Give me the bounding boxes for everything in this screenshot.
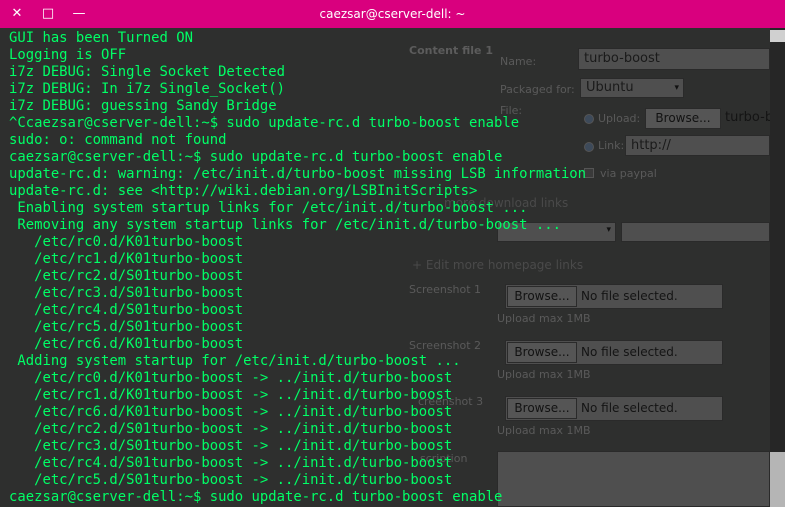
terminal-line: Logging is OFF	[9, 47, 127, 63]
terminal-line: ^Ccaezsar@cserver-dell:~$ sudo update-rc…	[9, 115, 520, 131]
packaged-for-select[interactable]: Ubuntu ▾	[580, 78, 684, 98]
terminal-line: i7z DEBUG: Single Socket Detected	[9, 64, 285, 80]
chevron-down-icon: ▾	[674, 83, 679, 93]
terminal-line: i7z DEBUG: In i7z Single_Socket()	[9, 81, 285, 97]
packaged-for-value: Ubuntu	[586, 80, 634, 95]
terminal-line: sudo: o: command not found	[9, 132, 227, 148]
name-input[interactable]: turbo-boost	[578, 48, 770, 70]
terminal-line: Adding system startup for /etc/init.d/tu…	[9, 353, 461, 369]
upload-browse-button[interactable]: Browse...	[645, 108, 721, 129]
link-input[interactable]: http://	[625, 135, 770, 156]
scrollbar-thumb[interactable]	[770, 452, 785, 507]
terminal-line: caezsar@cserver-dell:~$ sudo update-rc.d…	[9, 489, 503, 505]
screenshot1-no-file: No file selected.	[581, 289, 678, 303]
terminal-line: /etc/rc2.d/S01turbo-boost	[9, 268, 244, 284]
window-titlebar[interactable]: ✕ □ — caezsar@cserver-dell: ~	[0, 0, 785, 28]
paypal-label: via paypal	[600, 167, 657, 180]
terminal-line: Enabling system startup links for /etc/i…	[9, 200, 528, 216]
upload-label: Upload:	[598, 112, 641, 125]
upload-filename: turbo-b	[725, 110, 774, 125]
chevron-down-icon: ▾	[606, 225, 611, 235]
terminal-line: GUI has been Turned ON	[9, 30, 193, 46]
terminal-line: Removing any system startup links for /e…	[9, 217, 561, 233]
terminal-line: /etc/rc6.d/K01turbo-boost -> ../init.d/t…	[9, 404, 453, 420]
terminal-line: /etc/rc3.d/S01turbo-boost -> ../init.d/t…	[9, 438, 453, 454]
terminal-line: /etc/rc2.d/S01turbo-boost -> ../init.d/t…	[9, 421, 453, 437]
window-title: caezsar@cserver-dell: ~	[319, 7, 466, 21]
terminal-line: /etc/rc4.d/S01turbo-boost	[9, 302, 244, 318]
download-link-input[interactable]	[621, 222, 770, 242]
terminal-line: caezsar@cserver-dell:~$ sudo update-rc.d…	[9, 149, 503, 165]
terminal-line: /etc/rc0.d/K01turbo-boost -> ../init.d/t…	[9, 370, 453, 386]
scrollbar-up-arrow[interactable]	[770, 30, 785, 42]
terminal-line: /etc/rc5.d/S01turbo-boost -> ../init.d/t…	[9, 472, 453, 488]
terminal-line: /etc/rc5.d/S01turbo-boost	[9, 319, 244, 335]
terminal-line: update-rc.d: warning: /etc/init.d/turbo-…	[9, 166, 587, 182]
terminal-line: /etc/rc3.d/S01turbo-boost	[9, 285, 244, 301]
scrollbar-track[interactable]	[770, 28, 785, 507]
link-label: Link:	[598, 139, 625, 152]
terminal-output[interactable]: GUI has been Turned ON Logging is OFF i7z …	[9, 30, 586, 506]
terminal-line: /etc/rc4.d/S01turbo-boost -> ../init.d/t…	[9, 455, 453, 471]
terminal-line: update-rc.d: see <http://wiki.debian.org…	[9, 183, 478, 199]
terminal-line: /etc/rc0.d/K01turbo-boost	[9, 234, 244, 250]
screenshot3-no-file: No file selected.	[581, 401, 678, 415]
screenshot2-no-file: No file selected.	[581, 345, 678, 359]
terminal-line: /etc/rc1.d/K01turbo-boost	[9, 251, 244, 267]
terminal-line: /etc/rc1.d/K01turbo-boost -> ../init.d/t…	[9, 387, 453, 403]
terminal-line: i7z DEBUG: guessing Sandy Bridge	[9, 98, 277, 114]
terminal-line: /etc/rc6.d/K01turbo-boost	[9, 336, 244, 352]
